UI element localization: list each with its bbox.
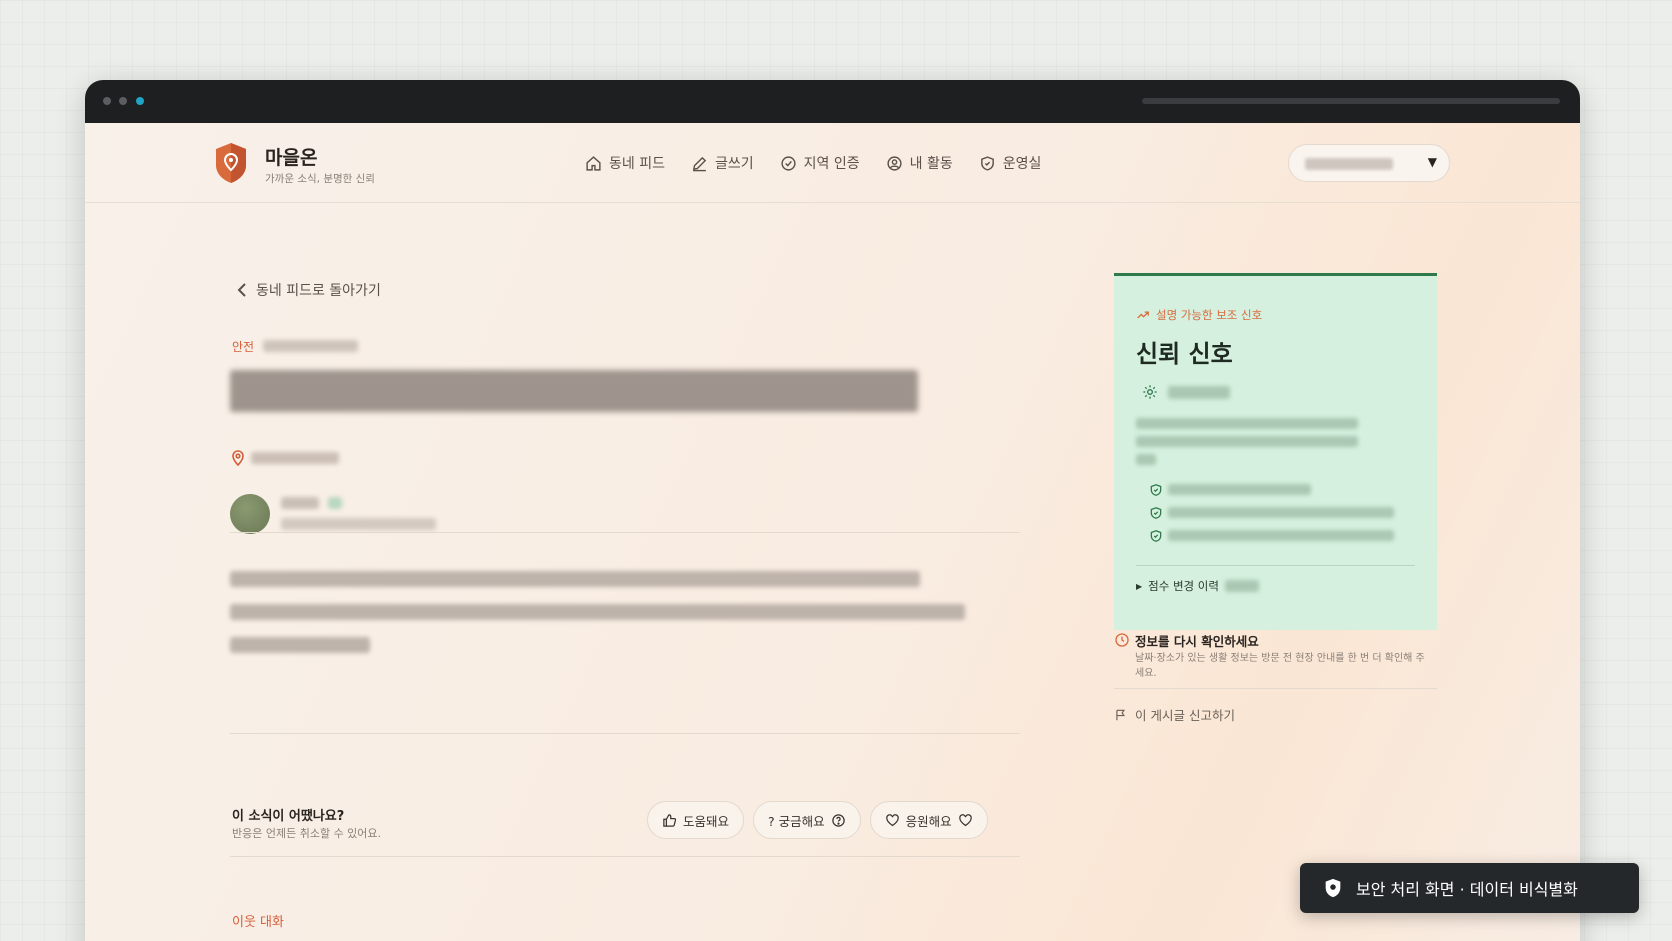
home-icon [586,155,601,171]
shield-check-icon [1150,507,1162,519]
redacted-trust-item [1168,507,1394,518]
trust-title: 신뢰 신호 [1136,340,1233,368]
redacted-author-badge [328,497,342,509]
sidebar-divider [1114,688,1437,689]
user-select[interactable]: ▼ [1288,144,1450,182]
nav-item-feed[interactable]: 동네 피드 [585,148,665,178]
curious-label: ? 궁금해요 [768,813,825,829]
sparkle-chart-icon [1137,311,1149,319]
trust-kicker: 설명 가능한 보조 신호 [1136,307,1262,323]
brand-tagline: 가까운 소식, 분명한 신뢰 [265,173,375,185]
section-divider [230,733,1020,734]
flag-icon [1116,709,1126,720]
back-to-feed-link[interactable]: 동네 피드로 돌아가기 [236,280,381,300]
caret-right-icon: ▶ [1136,581,1143,591]
app-header: 마을온 가까운 소식, 분명한 신뢰 동네 피드 글쓰기 지역 인증 내 활동 … [85,123,1580,203]
redacted-post-title [230,370,918,412]
trust-divider [1136,565,1415,566]
recheck-title: 정보를 다시 확인하세요 [1135,634,1259,649]
check-circle-icon [781,155,796,171]
trust-signal-card: 설명 가능한 보조 신호 신뢰 신호 ▶ 점수 변경 이력 [1114,273,1437,630]
redacted-author-meta [281,518,436,530]
back-link-label: 동네 피드로 돌아가기 [256,283,381,299]
window-dot [119,97,127,105]
security-toast: 보안 처리 화면 · 데이터 비식별화 [1300,863,1639,913]
nav-item-label: 내 활동 [909,156,953,172]
nav-item-verify[interactable]: 지역 인증 [780,148,860,178]
redacted-history-count [1224,580,1259,592]
section-divider [230,856,1020,857]
nav-item-label: 동네 피드 [609,156,665,172]
window-dot-active [136,97,144,105]
address-bar[interactable] [1142,98,1560,104]
reaction-question: 이 소식이 어땠나요? [232,809,345,824]
score-history-toggle[interactable]: ▶ 점수 변경 이력 [1136,578,1259,594]
nav-item-label: 운영실 [1002,156,1042,172]
shield-check-icon [1150,530,1162,542]
nav-item-admin[interactable]: 운영실 [979,148,1042,178]
redacted-post-body [230,637,370,653]
report-label: 이 게시글 신고하기 [1135,708,1235,723]
gear-icon [1143,385,1157,399]
logo-shield-icon[interactable] [213,141,249,185]
shield-check-icon [1150,484,1162,496]
app-window: 마을온 가까운 소식, 분명한 신뢰 동네 피드 글쓰기 지역 인증 내 활동 … [85,80,1580,941]
chevron-left-icon [237,283,246,297]
helpful-button[interactable]: 도움돼요 [647,801,745,839]
pencil-icon [692,156,707,171]
author-avatar[interactable] [230,494,270,534]
window-titlebar [85,80,1580,123]
recheck-body: 날짜·장소가 있는 생활 정보는 방문 전 현장 안내를 한 번 더 확인해 주… [1135,653,1425,679]
question-circle-icon [831,813,845,827]
redacted-trust-item [1168,484,1311,495]
heart-icon [885,813,899,826]
redacted-location [251,452,339,464]
redacted-trust-desc [1136,436,1358,447]
reaction-subtext: 반응은 언제든 취소할 수 있어요. [232,827,382,840]
section-divider [230,532,1020,533]
comments-title: 이웃 대화 [232,915,284,930]
redacted-trust-score [1168,386,1230,399]
trust-kicker-label: 설명 가능한 보조 신호 [1156,308,1263,322]
toast-label: 보안 처리 화면 · 데이터 비식별화 [1356,880,1578,899]
user-circle-icon [887,155,902,171]
window-dot [103,97,111,105]
nav-item-label: 글쓰기 [714,156,754,172]
nav-item-write[interactable]: 글쓰기 [691,148,754,178]
cheer-label: 응원해요 [905,813,952,829]
helpful-label: 도움돼요 [683,813,730,829]
report-post-link[interactable]: 이 게시글 신고하기 [1114,705,1235,724]
shield-icon [1325,878,1341,898]
brand-name[interactable]: 마을온 [265,143,317,170]
redacted-trust-desc [1136,454,1156,465]
chevron-down-icon: ▼ [1427,155,1437,169]
shield-check-icon [980,155,994,171]
main-nav: 동네 피드 글쓰기 지역 인증 내 활동 운영실 [585,148,1041,178]
redacted-username [1305,158,1393,170]
redacted-author-name [281,497,319,509]
thumbs-up-icon [663,813,677,827]
nav-item-activity[interactable]: 내 활동 [886,148,953,178]
reaction-buttons: 도움돼요 ? 궁금해요 응원해요 [647,801,988,839]
redacted-date [263,340,358,352]
redacted-post-body [230,604,965,620]
clock-icon [1115,633,1129,647]
post-category: 안전 [232,340,255,354]
nav-item-label: 지역 인증 [803,156,860,172]
heart-icon [958,813,972,826]
redacted-trust-item [1168,530,1394,541]
redacted-post-body [230,571,920,587]
cheer-button[interactable]: 응원해요 [869,801,988,839]
curious-button[interactable]: ? 궁금해요 [753,801,861,839]
score-history-label: 점수 변경 이력 [1148,579,1219,593]
location-pin-icon [232,450,244,466]
redacted-trust-desc [1136,418,1358,429]
